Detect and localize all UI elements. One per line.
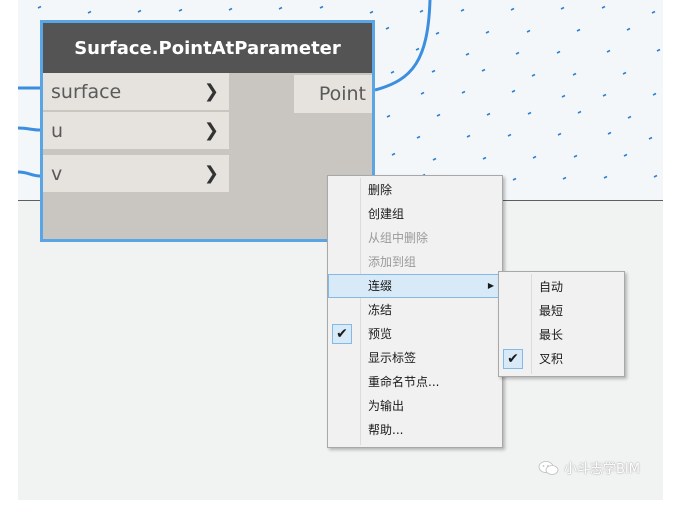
input-port-u[interactable]: u ❯	[43, 112, 229, 150]
menu-item-label: 帮助...	[368, 423, 404, 437]
menu-item-label: 叉积	[539, 352, 564, 366]
wire-to-v	[18, 170, 41, 178]
lacing-option-longest[interactable]: 最长	[499, 323, 624, 347]
input-port-label: v	[51, 162, 63, 185]
chevron-right-icon: ❯	[203, 120, 219, 141]
lacing-option-auto[interactable]: 自动	[499, 275, 624, 299]
input-port-v[interactable]: v ❯	[43, 155, 229, 193]
menu-item-label: 重命名节点...	[368, 375, 440, 389]
menu-item-is-output[interactable]: 为输出	[328, 394, 502, 418]
wire-from-point	[374, 0, 432, 92]
output-port-point[interactable]: Point	[294, 75, 372, 113]
wechat-icon	[538, 460, 559, 475]
surface-pointatparameter-node[interactable]: Surface.PointAtParameter surface ❯ u ❯ v…	[40, 20, 375, 242]
chevron-right-icon: ❯	[203, 81, 219, 102]
node-context-menu: 删除 创建组 从组中删除 添加到组 连缀 ▶ 冻结 ✔ 预览 显示标签 重命名节…	[327, 175, 503, 448]
menu-item-help[interactable]: 帮助...	[328, 418, 502, 442]
menu-item-show-labels[interactable]: 显示标签	[328, 346, 502, 370]
menu-item-rename-node[interactable]: 重命名节点...	[328, 370, 502, 394]
menu-item-label: 冻结	[368, 303, 393, 317]
menu-item-label: 添加到组	[368, 255, 417, 269]
output-port-label: Point	[318, 83, 366, 105]
lacing-option-shortest[interactable]: 最短	[499, 299, 624, 323]
menu-item-create-group[interactable]: 创建组	[328, 202, 502, 226]
watermark: 小斗志学BIM	[538, 458, 640, 477]
menu-item-preview[interactable]: ✔ 预览	[328, 322, 502, 346]
chevron-right-icon: ❯	[203, 163, 219, 184]
menu-item-label: 自动	[539, 280, 564, 294]
lacing-submenu: 自动 最短 最长 ✔ 叉积	[498, 271, 625, 377]
watermark-text: 小斗志学BIM	[564, 462, 640, 477]
menu-item-lacing[interactable]: 连缀 ▶	[328, 274, 502, 298]
menu-item-freeze[interactable]: 冻结	[328, 298, 502, 322]
submenu-arrow-icon: ▶	[487, 281, 494, 290]
menu-item-label: 连缀	[368, 279, 393, 293]
input-port-label: surface	[51, 80, 122, 103]
wire-to-u	[18, 126, 41, 132]
checkmark-icon: ✔	[332, 324, 352, 344]
lacing-option-cross-product[interactable]: ✔ 叉积	[499, 347, 624, 371]
menu-item-delete[interactable]: 删除	[328, 178, 502, 202]
node-title[interactable]: Surface.PointAtParameter	[43, 23, 372, 73]
menu-item-label: 创建组	[368, 207, 405, 221]
menu-item-remove-from-group[interactable]: 从组中删除	[328, 226, 502, 250]
menu-item-label: 从组中删除	[368, 231, 429, 245]
input-port-surface[interactable]: surface ❯	[43, 73, 229, 111]
menu-item-label: 最长	[539, 328, 564, 342]
menu-item-label: 显示标签	[368, 351, 417, 365]
menu-item-label: 最短	[539, 304, 564, 318]
input-port-label: u	[51, 119, 64, 142]
menu-item-label: 删除	[368, 183, 393, 197]
checkmark-icon: ✔	[503, 349, 523, 369]
menu-item-add-to-group[interactable]: 添加到组	[328, 250, 502, 274]
menu-item-label: 预览	[368, 327, 393, 341]
menu-item-label: 为输出	[368, 399, 405, 413]
